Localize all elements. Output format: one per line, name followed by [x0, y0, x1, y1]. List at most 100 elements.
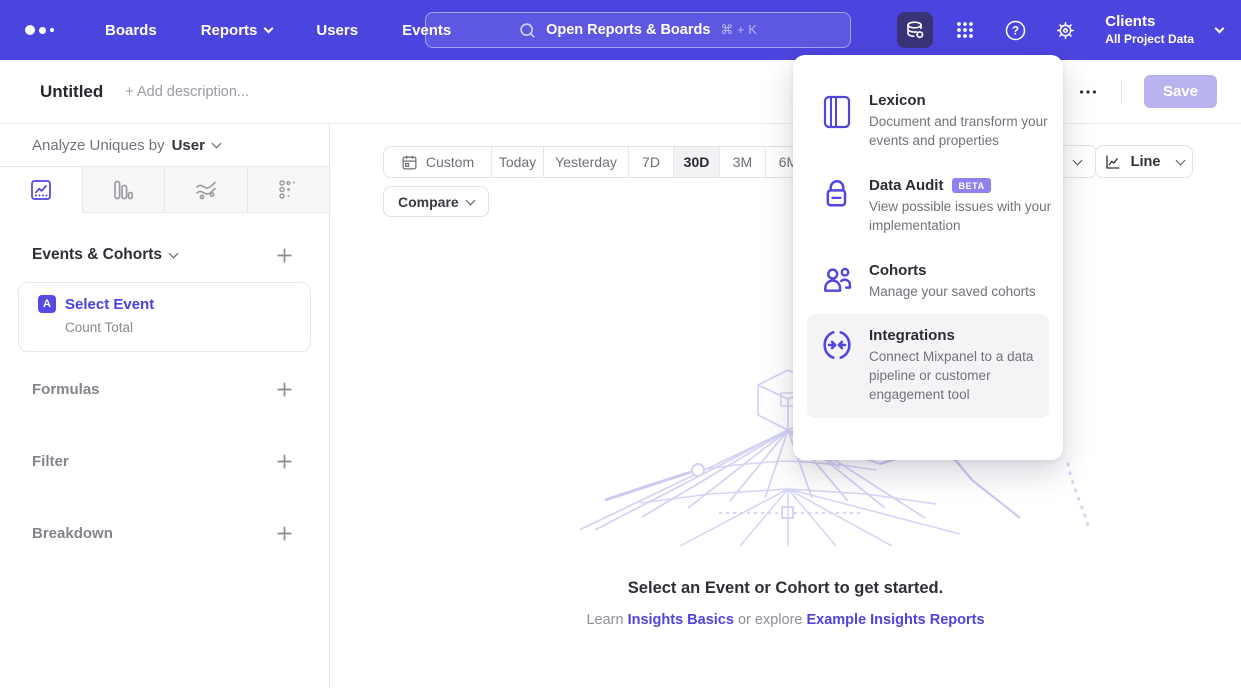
date-range-custom[interactable]: Custom: [384, 147, 491, 177]
add-filter-button[interactable]: [276, 453, 293, 470]
mixpanel-insights-app: Boards Reports Users Events Open Reports…: [0, 0, 1241, 688]
data-management-button[interactable]: [897, 12, 933, 48]
menu-item-description: Document and transform your events and p…: [869, 113, 1061, 151]
chevron-down-icon: [264, 23, 274, 33]
analyze-unit-dropdown[interactable]: User: [172, 137, 220, 154]
menu-item-description: Manage your saved cohorts: [869, 283, 1061, 302]
menu-item-integrations[interactable]: Integrations Connect Mixpanel to a data …: [807, 314, 1049, 418]
date-range-label: 30D: [684, 154, 710, 170]
search-shortcut: ⌘ + K: [720, 22, 757, 38]
apps-grid-button[interactable]: [947, 12, 983, 48]
date-range-label: Yesterday: [555, 154, 617, 170]
tab-flow-chart[interactable]: [164, 167, 247, 213]
empty-state-links: Learn Insights Basics or explore Example…: [330, 612, 1241, 628]
help-icon: ?: [1004, 19, 1027, 42]
menu-item-title: Integrations: [869, 327, 1061, 344]
event-row-card[interactable]: A Select Event Count Total: [18, 282, 311, 352]
project-name: Clients: [1105, 13, 1194, 32]
breakdown-label: Breakdown: [32, 525, 113, 542]
tab-bar-chart[interactable]: [82, 167, 165, 213]
date-range-yesterday[interactable]: Yesterday: [543, 147, 628, 177]
empty-state-title: Select an Event or Cohort to get started…: [330, 579, 1241, 598]
more-options-button[interactable]: [1077, 81, 1099, 103]
formulas-label: Formulas: [32, 381, 100, 398]
compare-label: Compare: [398, 194, 459, 210]
tab-metrics-grid[interactable]: [247, 167, 330, 213]
filter-section: Filter: [32, 426, 293, 496]
help-button[interactable]: ?: [997, 12, 1033, 48]
date-range-label: 7D: [642, 154, 660, 170]
nav-reports-label: Reports: [201, 22, 258, 39]
flow-tab-icon: [194, 178, 218, 202]
gear-icon: [1054, 19, 1077, 42]
line-chart-icon: [1104, 153, 1122, 171]
nav-reports[interactable]: Reports: [201, 22, 273, 39]
event-aggregation[interactable]: Count Total: [65, 320, 310, 335]
menu-item-title: Lexicon: [869, 92, 1061, 109]
filter-label: Filter: [32, 453, 69, 470]
menu-item-title: Data Audit: [869, 177, 943, 194]
mixpanel-logo-icon[interactable]: [25, 25, 65, 35]
menu-item-lexicon[interactable]: Lexicon Document and transform your even…: [807, 79, 1049, 164]
events-cohorts-dropdown[interactable]: Events & Cohorts: [32, 246, 177, 264]
date-range-label: Today: [499, 154, 536, 170]
menu-item-description: Connect Mixpanel to a data pipeline or c…: [869, 348, 1061, 405]
project-data-scope: All Project Data: [1105, 32, 1194, 47]
learn-text: Learn: [586, 612, 623, 628]
chart-type-dropdown[interactable]: Line: [1095, 145, 1193, 178]
menu-item-cohorts[interactable]: Cohorts Manage your saved cohorts: [807, 249, 1049, 315]
analyze-unit-value: User: [172, 137, 205, 154]
report-canvas: Custom Today Yesterday 7D 30D 3M 6M Comp…: [330, 124, 1241, 688]
date-range-today[interactable]: Today: [491, 147, 543, 177]
chart-type-tabs: [0, 166, 329, 213]
calendar-icon: [401, 154, 418, 171]
explore-text: or explore: [738, 612, 802, 628]
date-range-3m[interactable]: 3M: [719, 147, 765, 177]
menu-item-title: Cohorts: [869, 262, 1061, 279]
nav-boards-label: Boards: [105, 22, 157, 39]
dots-matrix-tab-icon: [276, 178, 300, 202]
tab-insights-line[interactable]: [0, 167, 82, 213]
menu-item-data-audit[interactable]: Data Audit BETA View possible issues wit…: [807, 164, 1049, 249]
nav-boards[interactable]: Boards: [105, 22, 157, 39]
beta-badge: BETA: [952, 178, 990, 193]
global-search[interactable]: Open Reports & Boards ⌘ + K: [425, 12, 851, 48]
events-cohorts-header: Events & Cohorts: [32, 241, 293, 269]
example-reports-link[interactable]: Example Insights Reports: [806, 612, 984, 628]
data-audit-icon: [821, 177, 853, 236]
save-button[interactable]: Save: [1144, 75, 1217, 108]
add-formula-button[interactable]: [276, 381, 293, 398]
formulas-section: Formulas: [32, 354, 293, 424]
breakdown-section: Breakdown: [32, 498, 293, 568]
query-builder-sidebar: Analyze Uniques by User: [0, 124, 330, 688]
select-event-button[interactable]: Select Event: [65, 296, 154, 313]
data-management-menu: Lexicon Document and transform your even…: [793, 55, 1063, 460]
date-range-7d[interactable]: 7D: [628, 147, 673, 177]
events-cohorts-label: Events & Cohorts: [32, 246, 162, 264]
top-navbar: Boards Reports Users Events Open Reports…: [0, 0, 1241, 60]
plus-icon: [276, 381, 293, 398]
insights-basics-link[interactable]: Insights Basics: [628, 612, 734, 628]
plus-icon: [276, 453, 293, 470]
add-description-field[interactable]: + Add description...: [125, 84, 249, 100]
analyze-row: Analyze Uniques by User: [0, 124, 329, 166]
plus-icon: [276, 247, 293, 264]
chevron-down-icon: [1215, 23, 1225, 33]
plus-icon: [276, 525, 293, 542]
project-switcher[interactable]: Clients All Project Data: [1105, 13, 1223, 47]
nav-users[interactable]: Users: [316, 22, 358, 39]
compare-dropdown[interactable]: Compare: [383, 186, 489, 217]
date-range-30d[interactable]: 30D: [673, 147, 719, 177]
chevron-down-icon: [1073, 156, 1083, 166]
settings-button[interactable]: [1047, 12, 1083, 48]
database-gear-icon: [904, 19, 926, 41]
date-range-label: 3M: [733, 154, 752, 170]
nav-users-label: Users: [316, 22, 358, 39]
chart-type-value: Line: [1131, 154, 1161, 170]
report-title[interactable]: Untitled: [40, 82, 103, 102]
add-breakdown-button[interactable]: [276, 525, 293, 542]
search-icon: [519, 22, 536, 39]
menu-item-description: View possible issues with your implement…: [869, 198, 1061, 236]
chevron-down-icon: [465, 195, 475, 205]
add-event-button[interactable]: [276, 247, 293, 264]
